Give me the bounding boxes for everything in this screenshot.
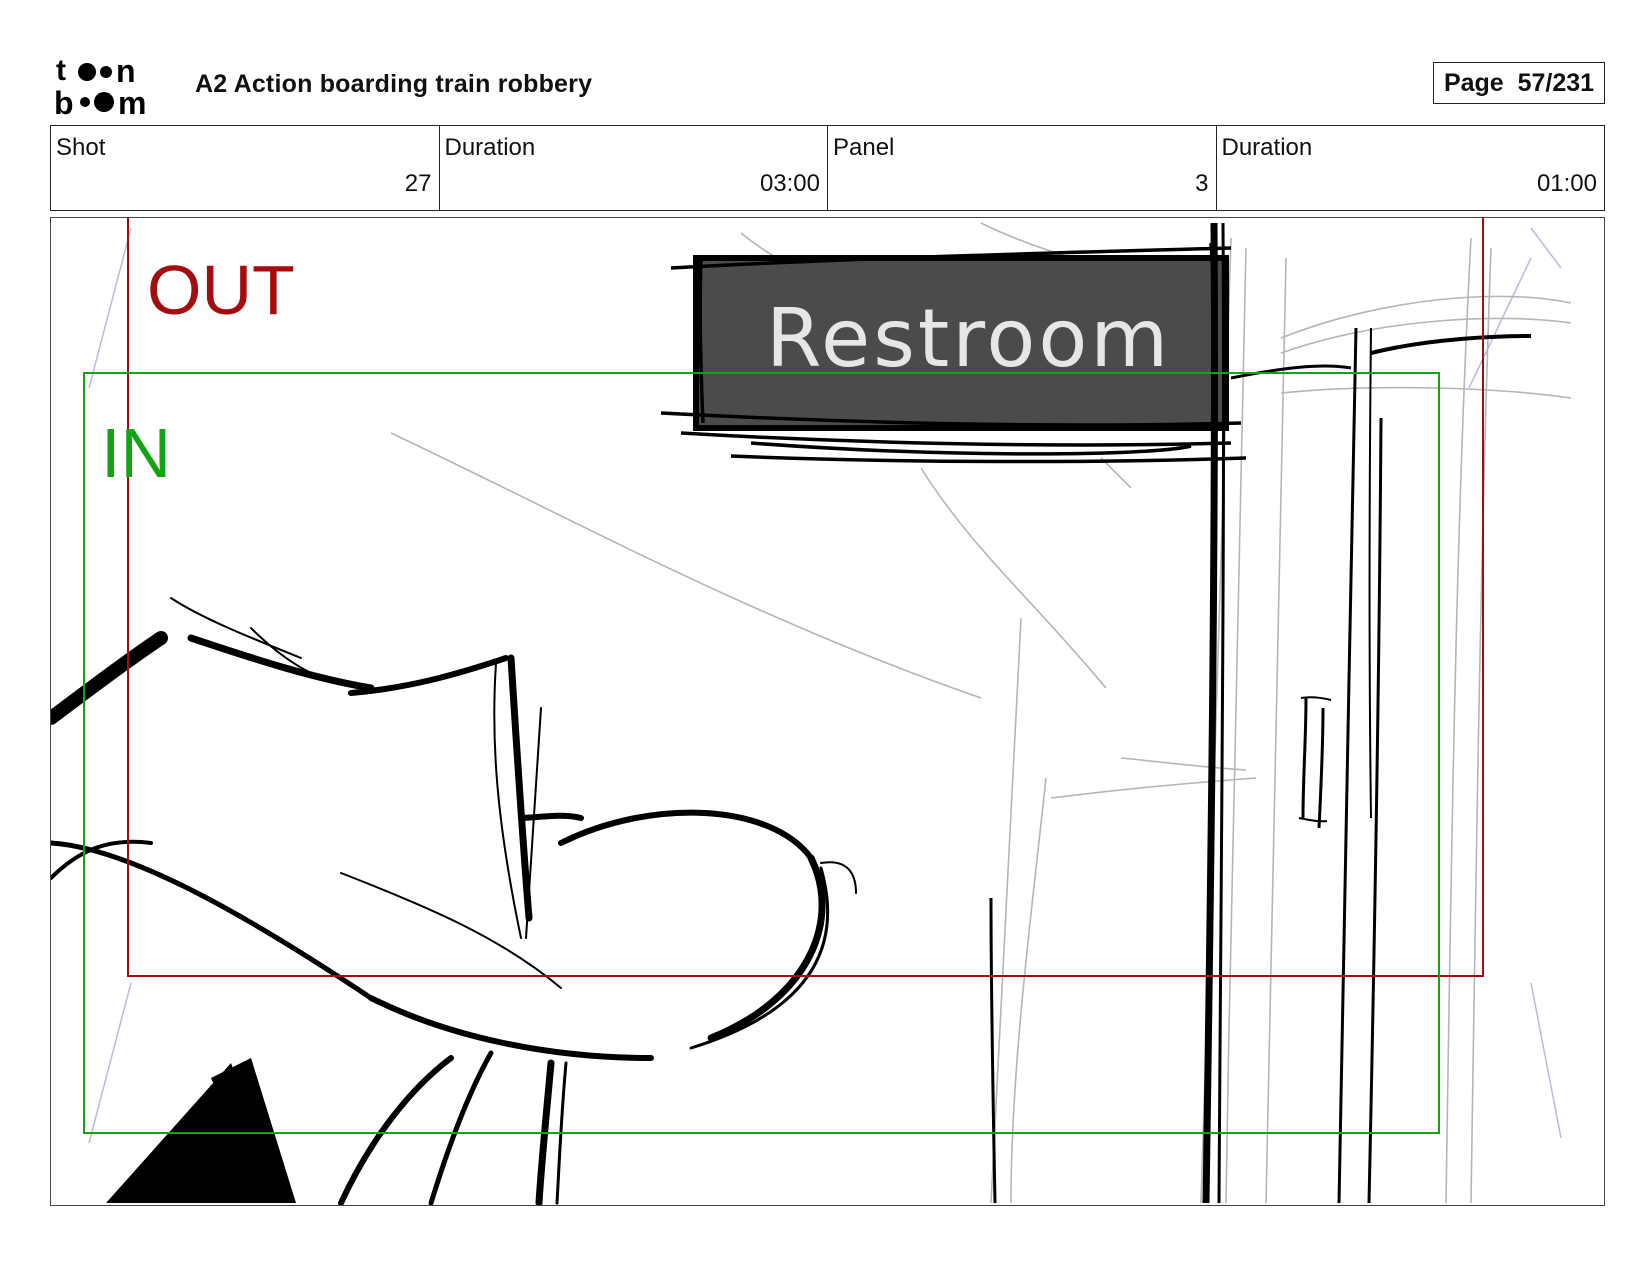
foreground-strokes [989,897,997,1204]
shot-info-table: Shot 27 Duration 03:00 Panel 3 Duration … [50,125,1605,211]
panel-duration-value: 01:00 [1536,170,1597,197]
hat-silhouette [106,1058,296,1203]
shot-duration-cell: Duration 03:00 [440,126,828,210]
svg-text:m: m [118,85,146,116]
svg-text:n: n [116,54,136,89]
page-number: Page 57/231 [1433,62,1605,104]
restroom-sign-text: Restroom [766,292,1171,385]
storyboard-panel: Restroom OUT IN [50,217,1605,1206]
panel-value: 3 [1195,170,1209,197]
panel-cell: Panel 3 [828,126,1217,210]
character-sketch [51,597,857,1205]
panel-sketch: Restroom [51,218,1572,1205]
panel-label: Panel [833,134,895,161]
in-frame-label: IN [101,414,171,492]
restroom-sign: Restroom [660,242,1247,464]
shot-duration-value: 03:00 [759,170,820,197]
door [1298,327,1383,1204]
panel-duration-cell: Duration 01:00 [1217,126,1605,210]
svg-text:t: t [56,54,66,87]
shot-value: 27 [404,170,432,197]
shot-cell: Shot 27 [51,126,440,210]
shot-duration-label: Duration [444,134,536,161]
toon-boom-logo: t n b m [54,54,172,116]
panel-duration-label: Duration [1221,134,1313,161]
document-title: A2 Action boarding train robbery [195,70,593,98]
svg-text:b: b [54,85,74,116]
shot-label: Shot [56,134,106,161]
out-frame-label: OUT [147,251,295,329]
